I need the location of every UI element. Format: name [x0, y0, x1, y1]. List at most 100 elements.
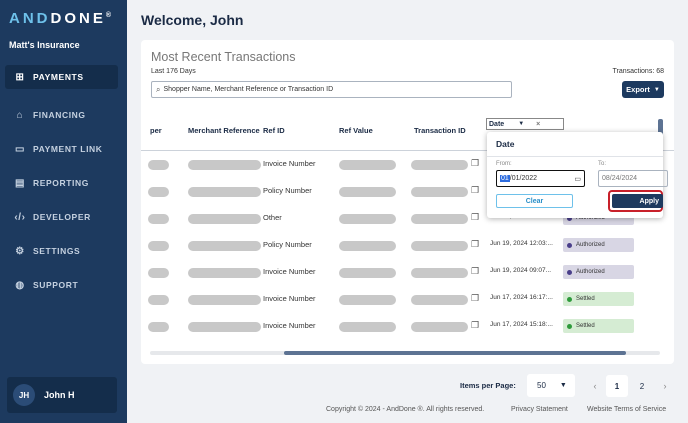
items-per-page-select[interactable]: 50 ▼ [527, 374, 575, 397]
copy-icon[interactable]: ❐ [471, 212, 479, 223]
shopper-placeholder [148, 322, 169, 332]
column-header-ref-id[interactable]: Ref ID [263, 126, 285, 135]
shopper-placeholder [148, 241, 169, 251]
terms-link[interactable]: Website Terms of Service [587, 406, 666, 413]
column-header-date-filter[interactable]: Date ▼ × [486, 118, 564, 130]
date-cell: Jun 19, 2024 09:07... [490, 267, 552, 274]
chevron-down-icon: ▼ [653, 86, 660, 93]
copyright-text: Copyright © 2024 - AndDone ®. All rights… [326, 406, 485, 413]
transaction-id-placeholder [411, 160, 468, 170]
page-1-button[interactable]: 1 [606, 375, 628, 397]
search-icon: ⌕ [156, 84, 161, 94]
ref-value-placeholder [339, 322, 396, 332]
merchant-ref-placeholder [188, 322, 261, 332]
horizontal-scrollbar[interactable] [150, 351, 660, 355]
card-title: Most Recent Transactions [151, 50, 296, 64]
status-badge: Authorized [563, 238, 634, 252]
to-date-field[interactable]: 08/24/2024 [598, 170, 668, 187]
privacy-link[interactable]: Privacy Statement [511, 406, 568, 413]
close-icon[interactable]: × [536, 121, 540, 128]
caret-down-icon: ▼ [518, 121, 525, 127]
anddone-logo[interactable]: ANDDONE® [9, 10, 111, 27]
sidebar-item-payments[interactable]: ⊞ PAYMENTS [5, 65, 118, 89]
copy-icon[interactable]: ❐ [471, 239, 479, 250]
clear-button[interactable]: Clear [496, 194, 573, 208]
shopper-placeholder [148, 187, 169, 197]
export-button[interactable]: Export ▼ [622, 81, 664, 98]
items-per-page-label: Items per Page: [460, 381, 516, 390]
prev-page-button[interactable]: ‹ [584, 375, 606, 397]
ref-value-placeholder [339, 187, 396, 197]
column-header-shopper[interactable]: per [150, 126, 162, 135]
sidebar-item-payment-link[interactable]: ▭ PAYMENT LINK [0, 132, 127, 166]
user-name: John H [44, 390, 75, 400]
merchant-ref-placeholder [188, 295, 261, 305]
sidebar-item-support[interactable]: ◍ SUPPORT [0, 268, 127, 302]
merchant-ref-placeholder [188, 187, 261, 197]
status-dot [567, 323, 572, 329]
date-cell: Jun 17, 2024 16:17:... [490, 294, 553, 301]
shopper-placeholder [148, 160, 169, 170]
page-title: Welcome, John [141, 12, 244, 28]
shopper-placeholder [148, 268, 169, 278]
ref-id-cell: Invoice Number [263, 159, 316, 168]
sidebar-item-settings[interactable]: ⚙ SETTINGS [0, 234, 127, 268]
copy-icon[interactable]: ❐ [471, 185, 479, 196]
avatar: JH [13, 384, 35, 406]
link-icon: ▭ [14, 143, 26, 155]
calendar-icon[interactable]: ▭ [574, 175, 581, 183]
apply-button[interactable]: Apply [612, 194, 663, 208]
ref-value-placeholder [339, 295, 396, 305]
table-row[interactable]: Invoice Number ❐ Jun 19, 2024 09:07... A… [141, 260, 674, 287]
date-filter-popup: Date From: To: 01/01/2022 ▭ 08/24/2024 C… [487, 132, 668, 218]
status-dot [567, 242, 572, 248]
status-dot [567, 269, 572, 275]
ref-value-placeholder [339, 241, 396, 251]
ref-id-cell: Policy Number [263, 186, 312, 195]
copy-icon[interactable]: ❐ [471, 293, 479, 304]
table-row[interactable]: Invoice Number ❐ Jun 17, 2024 16:17:... … [141, 287, 674, 314]
column-header-ref-value[interactable]: Ref Value [339, 126, 373, 135]
sidebar-item-developer[interactable]: ‹/› DEVELOPER [0, 200, 127, 234]
transaction-id-placeholder [411, 268, 468, 278]
date-cell: Jun 19, 2024 12:03:... [490, 240, 553, 247]
copy-icon[interactable]: ❐ [471, 320, 479, 331]
sidebar-item-financing[interactable]: ⌂ FINANCING [0, 98, 127, 132]
transaction-id-placeholder [411, 322, 468, 332]
date-cell: Jun 17, 2024 15:18:... [490, 321, 553, 328]
search-input[interactable]: ⌕ Shopper Name, Merchant Reference or Tr… [151, 81, 512, 98]
user-menu[interactable]: JH John H [7, 377, 117, 413]
ref-value-placeholder [339, 268, 396, 278]
column-header-merchant-reference[interactable]: Merchant Reference [188, 126, 260, 135]
horizontal-scrollbar-thumb[interactable] [284, 351, 626, 355]
merchant-ref-placeholder [188, 268, 261, 278]
popup-divider [487, 156, 663, 157]
next-page-button[interactable]: › [654, 375, 676, 397]
copy-icon[interactable]: ❐ [471, 266, 479, 277]
ref-id-cell: Invoice Number [263, 321, 316, 330]
date-filter-title: Date [496, 139, 515, 149]
copy-icon[interactable]: ❐ [471, 158, 479, 169]
sidebar-item-reporting[interactable]: ▤ REPORTING [0, 166, 127, 200]
sidebar: ANDDONE® Matt's Insurance ⊞ PAYMENTS ⌂ F… [0, 0, 127, 423]
ref-value-placeholder [339, 160, 396, 170]
transactions-count: Transactions: 68 [612, 68, 665, 75]
gear-icon: ⚙ [15, 245, 25, 257]
table-row[interactable]: Invoice Number ❐ Jun 17, 2024 15:18:... … [141, 314, 674, 341]
page-2-button[interactable]: 2 [631, 375, 653, 397]
status-badge: Settled [563, 292, 634, 306]
organization-name: Matt's Insurance [9, 40, 80, 50]
transaction-id-placeholder [411, 295, 468, 305]
from-label: From: [496, 161, 512, 167]
payments-icon: ⊞ [15, 71, 25, 83]
from-date-field[interactable]: 01/01/2022 ▭ [496, 170, 585, 187]
table-row[interactable]: Policy Number ❐ Jun 19, 2024 12:03:... A… [141, 233, 674, 260]
report-icon: ▤ [14, 177, 26, 189]
to-label: To: [598, 161, 607, 167]
ref-id-cell: Other [263, 213, 282, 222]
column-header-transaction-id[interactable]: Transaction ID [414, 126, 466, 135]
transaction-id-placeholder [411, 214, 468, 224]
ref-id-cell: Invoice Number [263, 267, 316, 276]
merchant-ref-placeholder [188, 214, 261, 224]
shopper-placeholder [148, 295, 169, 305]
